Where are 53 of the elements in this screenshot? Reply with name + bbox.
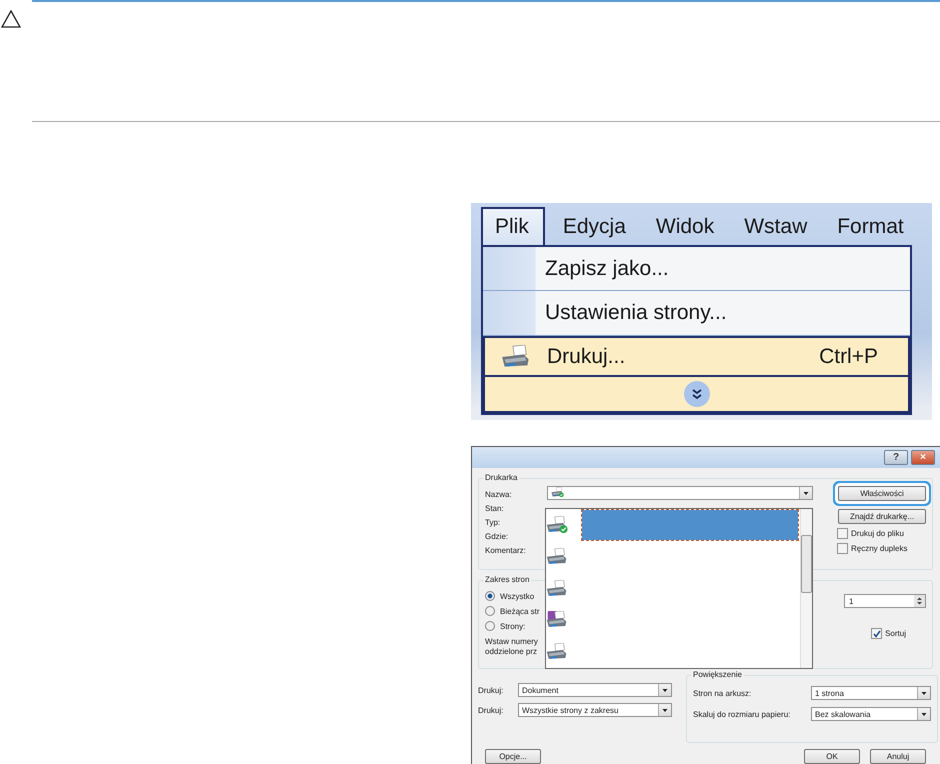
radio-label: Strony:	[500, 622, 526, 631]
field-label: Typ:	[485, 516, 502, 528]
dialog-button[interactable]: Opcje...	[485, 749, 541, 764]
field-label: Drukuj:	[478, 706, 504, 714]
checkbox[interactable]	[871, 628, 882, 640]
menu-bar-item[interactable]: Format	[823, 207, 920, 245]
hint-text: Wstaw numery	[485, 637, 538, 648]
warning-icon	[1, 10, 21, 28]
radio-label: Bieżąca str	[500, 606, 540, 616]
select-field[interactable]: Wszystkie strony z zakresu	[518, 703, 672, 717]
printer-icon	[501, 344, 531, 369]
radio-button[interactable]	[485, 606, 495, 616]
printer-icon	[551, 487, 564, 498]
hint-text: oddzielone prz	[485, 647, 538, 658]
checkbox-label: Drukuj do pliku	[851, 528, 904, 538]
menu-bar-item[interactable]: Plik	[481, 207, 545, 245]
field-label: Skaluj do rozmiaru papieru:	[693, 710, 792, 718]
scrollbar[interactable]	[800, 509, 812, 668]
help-button[interactable]: ?	[884, 450, 908, 465]
select-field[interactable]: Bez skalowania	[811, 707, 931, 721]
group-title: Powiększenie	[691, 670, 744, 679]
radio-label: Wszystko	[500, 592, 534, 601]
group-title: Zakres stron	[483, 575, 532, 584]
checkbox[interactable]	[837, 542, 848, 554]
radio-button[interactable]	[485, 591, 495, 602]
menu-item[interactable]: Drukuj... Ctrl+P	[483, 336, 910, 378]
group-title: Drukarka	[483, 472, 520, 482]
field-label: Gdzie:	[485, 530, 510, 542]
menu-item[interactable]: Zapisz jako...	[483, 247, 910, 292]
shortcut-label: Ctrl+P	[819, 344, 878, 369]
double-chevron-icon	[682, 380, 710, 408]
printer-list-item[interactable]	[546, 509, 800, 541]
field-label: Stan:	[485, 502, 505, 514]
dialog-button[interactable]: Anuluj	[870, 749, 926, 764]
field-label: Komentarz:	[485, 544, 527, 556]
checkbox[interactable]	[837, 528, 848, 539]
menu-bar-item[interactable]: Wstaw	[730, 207, 824, 245]
menu-item[interactable]: Ustawienia strony...	[483, 291, 910, 336]
menu-bar-item[interactable]: Edycja	[548, 207, 642, 245]
field-label: Nazwa:	[485, 488, 513, 500]
select-field[interactable]: Dokument	[518, 683, 672, 697]
dialog-button[interactable]: Znajdź drukarkę...	[838, 508, 926, 524]
spin-arrows-icon[interactable]	[914, 595, 925, 608]
expand-menu-button[interactable]	[483, 377, 910, 414]
checkbox-label: Ręczny dupleks	[851, 544, 908, 553]
field-label: Stron na arkusz:	[693, 688, 752, 698]
field-label: Drukuj:	[478, 686, 504, 694]
radio-button[interactable]	[485, 621, 495, 632]
dialog-button[interactable]: OK	[804, 749, 860, 764]
menu-bar-item[interactable]: Widok	[642, 207, 730, 245]
checkbox-label: Sortuj	[885, 629, 906, 638]
copies-field[interactable]: 1	[844, 594, 926, 608]
select-field[interactable]: 1 strona	[811, 686, 931, 700]
